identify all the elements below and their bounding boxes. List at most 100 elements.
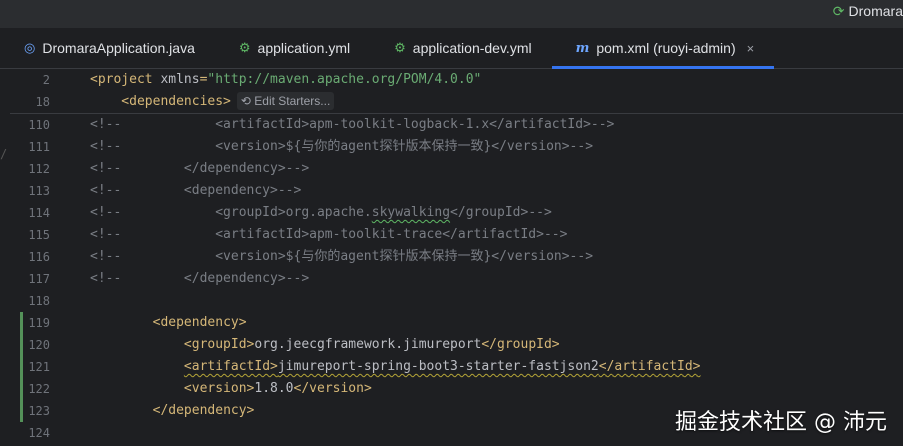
code-line[interactable]: 119 <dependency> xyxy=(10,312,903,334)
code-line[interactable]: 114 <!-- <groupId>org.apache.skywalking</… xyxy=(10,202,903,224)
code-token: <!-- </dependency>--> xyxy=(90,161,310,176)
line-number: 118 xyxy=(28,294,50,308)
code-token: <!-- <version>${与你的agent探针版本保持一致}</versi… xyxy=(90,139,594,154)
sticky-lines-header: 2 <project xmlns="http://maven.apache.org… xyxy=(10,69,903,114)
maven-icon: m xyxy=(575,40,590,56)
line-number: 117 xyxy=(28,272,50,286)
tab-label: application-dev.yml xyxy=(412,40,532,56)
code-token: <!-- <artifactId>apm-toolkit-logback-1.x… xyxy=(90,117,615,132)
code-token: </artifactId> xyxy=(598,359,701,374)
code-line[interactable]: 18 <dependencies> ⟲ Edit Starters... xyxy=(10,91,903,113)
close-tab-icon[interactable]: × xyxy=(747,41,755,56)
line-number: 116 xyxy=(28,250,50,264)
code-text: <!-- <dependency>--> xyxy=(90,180,301,202)
yml-icon: ⚙ xyxy=(394,40,406,55)
code-token: <!-- <groupId>org.apache. xyxy=(90,205,372,220)
code-text: <artifactId>jimureport-spring-boot3-star… xyxy=(90,356,701,378)
code-token: <artifactId> xyxy=(183,359,278,374)
line-number: 112 xyxy=(28,162,50,176)
code-line[interactable]: 117 <!-- </dependency>--> xyxy=(10,268,903,290)
code-token: </groupId>--> xyxy=(450,205,552,220)
line-number: 18 xyxy=(35,95,50,109)
code-text: <project xmlns="http://maven.apache.org/… xyxy=(90,69,481,91)
code-line[interactable]: 116 <!-- <version>${与你的agent探针版本保持一致}</ve… xyxy=(10,246,903,268)
code-text: <!-- <version>${与你的agent探针版本保持一致}</versi… xyxy=(90,136,593,158)
watermark: 掘金技术社区 @ 沛元 xyxy=(675,410,887,435)
line-number: 114 xyxy=(28,206,50,220)
code-text: <!-- <version>${与你的agent探针版本保持一致}</versi… xyxy=(90,246,593,268)
line-number: 115 xyxy=(28,228,50,242)
code-line[interactable]: 120 <groupId>org.jeecgframework.jimurepo… xyxy=(10,334,903,356)
editor-tabs: ◎ DromaraApplication.java ⚙ application.… xyxy=(0,28,903,69)
run-config-icon: ⟳ xyxy=(832,2,845,19)
code-token: xmlns xyxy=(160,72,200,87)
code-text: <!-- </dependency>--> xyxy=(90,158,309,180)
line-number: 111 xyxy=(28,140,50,154)
code-text: <groupId>org.jeecgframework.jimureport</… xyxy=(90,334,560,356)
code-token: skywalking xyxy=(371,205,451,220)
spring-icon: ⟲ xyxy=(240,94,255,108)
code-text: </dependency> xyxy=(90,400,255,422)
yml-icon: ⚙ xyxy=(238,40,251,55)
tab-application-dev-yml[interactable]: ⚙ application-dev.yml xyxy=(370,28,551,68)
line-number: 120 xyxy=(28,338,50,352)
code-editor[interactable]: 2 <project xmlns="http://maven.apache.org… xyxy=(10,69,903,446)
code-line[interactable]: 110 <!-- <artifactId>apm-toolkit-logback-… xyxy=(10,114,903,136)
line-number: 113 xyxy=(28,184,50,198)
code-token: <project xyxy=(90,72,161,87)
code-text: <!-- <groupId>org.apache.skywalking</gro… xyxy=(90,202,552,224)
tab-label: application.yml xyxy=(257,40,351,56)
code-token: </dependency> xyxy=(152,403,255,418)
code-line[interactable]: 115 <!-- <artifactId>apm-toolkit-trace</a… xyxy=(10,224,903,246)
code-token: <version> xyxy=(183,381,255,396)
line-number: 121 xyxy=(28,360,50,374)
tab-label: DromaraApplication.java xyxy=(42,40,195,56)
code-token: </groupId> xyxy=(481,337,560,352)
code-line[interactable]: 122 <version>1.8.0</version> xyxy=(10,378,903,400)
code-token: jimureport-spring-boot3-starter-fastjson… xyxy=(277,359,599,374)
run-config-label: Dromara xyxy=(848,3,903,19)
code-token: "http://maven.apache.org/POM/4.0.0" xyxy=(207,72,482,87)
code-token: <dependencies> xyxy=(90,94,231,109)
code-token: 1.8.0 xyxy=(254,381,294,396)
code-line[interactable]: 118 xyxy=(10,290,903,312)
edit-starters-hint[interactable]: ⟲ Edit Starters... xyxy=(236,92,335,110)
tab-pom-xml[interactable]: m pom.xml (ruoyi-admin) × xyxy=(551,28,775,69)
line-number: 124 xyxy=(28,426,50,440)
code-line[interactable]: 112 <!-- </dependency>--> xyxy=(10,158,903,180)
code-token: <!-- <dependency>--> xyxy=(90,183,302,198)
title-bar: ⟳ Dromara xyxy=(0,0,903,28)
code-token: </version> xyxy=(293,381,372,396)
line-number: 123 xyxy=(28,404,50,418)
code-line[interactable]: 111 <!-- <version>${与你的agent探针版本保持一致}</ve… xyxy=(10,136,903,158)
code-text: <version>1.8.0</version> xyxy=(90,378,372,400)
run-configuration-widget[interactable]: ⟳ Dromara xyxy=(833,0,903,22)
code-text: <dependencies> ⟲ Edit Starters... xyxy=(90,91,335,113)
code-token: <!-- <version>${与你的agent探针版本保持一致}</versi… xyxy=(90,249,594,264)
code-text: <!-- <artifactId>apm-toolkit-trace</arti… xyxy=(90,224,567,246)
line-number: 2 xyxy=(42,73,50,87)
code-text: <dependency> xyxy=(90,312,247,334)
code-token: org.jeecgframework.jimureport xyxy=(254,337,482,352)
java-class-icon: ◎ xyxy=(24,40,36,55)
code-line[interactable]: 2 <project xmlns="http://maven.apache.org… xyxy=(10,69,903,91)
code-token: <!-- </dependency>--> xyxy=(90,271,310,286)
tab-label: pom.xml (ruoyi-admin) xyxy=(596,40,736,56)
code-token: <!-- <artifactId>apm-toolkit-trace</arti… xyxy=(90,227,568,242)
tab-dromara-application[interactable]: ◎ DromaraApplication.java xyxy=(0,28,215,68)
strip-mark: / xyxy=(0,147,8,161)
code-text: <!-- <artifactId>apm-toolkit-logback-1.x… xyxy=(90,114,614,136)
line-number: 110 xyxy=(28,118,50,132)
code-line[interactable]: 113 <!-- <dependency>--> xyxy=(10,180,903,202)
code-token: <dependency> xyxy=(152,315,247,330)
tab-application-yml[interactable]: ⚙ application.yml xyxy=(215,28,370,68)
code-line[interactable]: 121 <artifactId>jimureport-spring-boot3-… xyxy=(10,356,903,378)
code-token: <groupId> xyxy=(183,337,255,352)
tool-window-strip: / xyxy=(0,69,10,446)
line-number: 119 xyxy=(28,316,50,330)
